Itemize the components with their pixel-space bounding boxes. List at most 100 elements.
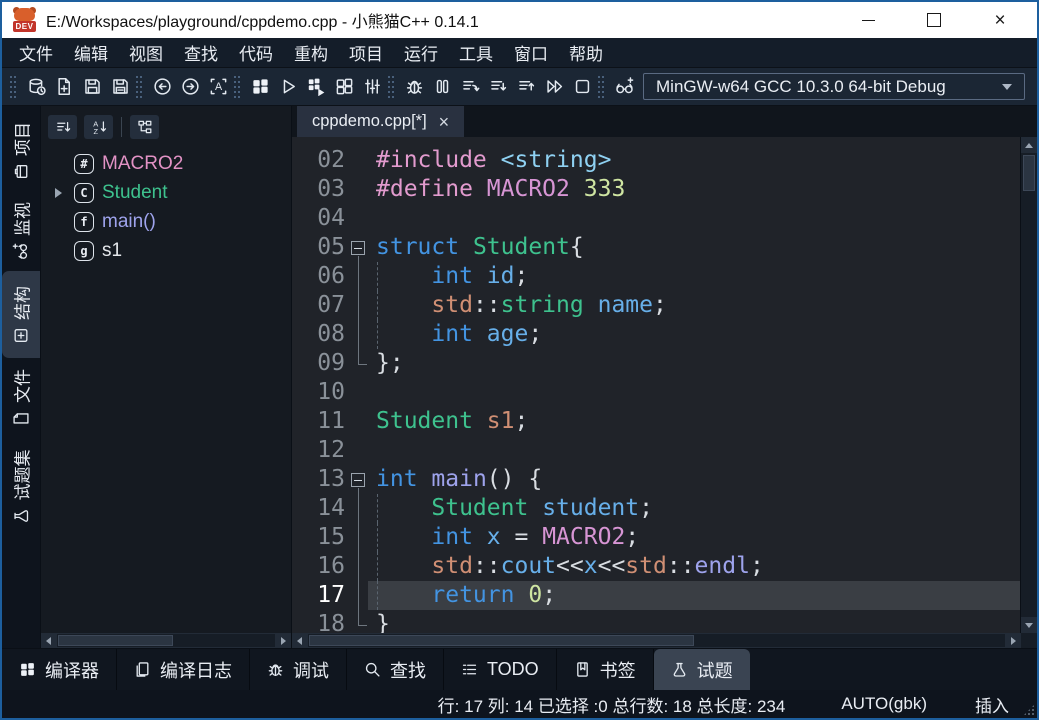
code-line-10[interactable]: 10 xyxy=(292,378,1020,407)
scroll-track[interactable] xyxy=(56,633,276,648)
scroll-right-button[interactable] xyxy=(276,633,291,648)
code-text[interactable]: int age; xyxy=(368,320,1020,349)
step-into-button[interactable] xyxy=(484,73,512,101)
menu-item-4[interactable]: 代码 xyxy=(230,38,282,67)
code-line-18[interactable]: 18} xyxy=(292,610,1020,633)
select-all-button[interactable]: A xyxy=(204,73,232,101)
code-text[interactable]: #define MACRO2 333 xyxy=(368,175,1020,204)
menu-item-6[interactable]: 项目 xyxy=(340,38,392,67)
debug-button[interactable] xyxy=(400,73,428,101)
code-text[interactable] xyxy=(368,204,1020,233)
save-all-button[interactable] xyxy=(106,73,134,101)
compiler-options-button[interactable] xyxy=(358,73,386,101)
scroll-down-button[interactable] xyxy=(1021,617,1037,633)
fold-collapse-icon[interactable] xyxy=(351,241,365,255)
toolbar-grip[interactable] xyxy=(598,76,605,98)
code-text[interactable]: std::string name; xyxy=(368,291,1020,320)
code-editor[interactable]: 02#include <string>03#define MACRO2 333 0… xyxy=(292,137,1020,633)
code-line-08[interactable]: 08 int age; xyxy=(292,320,1020,349)
scroll-thumb[interactable] xyxy=(1023,155,1035,191)
menu-item-8[interactable]: 工具 xyxy=(450,38,502,67)
step-over-button[interactable] xyxy=(456,73,484,101)
fold-collapse-icon[interactable] xyxy=(351,473,365,487)
bottom-tab-3[interactable]: 查找 xyxy=(347,649,444,690)
code-line-16[interactable]: 16 std::cout<<x<<std::endl; xyxy=(292,552,1020,581)
toolbar-grip[interactable] xyxy=(388,76,395,98)
scroll-thumb[interactable] xyxy=(58,635,173,646)
code-line-05[interactable]: 05struct Student{ xyxy=(292,233,1020,262)
expander-icon[interactable] xyxy=(51,188,66,198)
rebuild-button[interactable] xyxy=(330,73,358,101)
code-line-09[interactable]: 09}; xyxy=(292,349,1020,378)
menu-item-7[interactable]: 运行 xyxy=(395,38,447,67)
sort-alpha-button[interactable]: AZ xyxy=(84,115,113,139)
hierarchy-button[interactable] xyxy=(130,115,159,139)
code-text[interactable]: int id; xyxy=(368,262,1020,291)
menu-item-5[interactable]: 重构 xyxy=(285,38,337,67)
code-text[interactable]: Student student; xyxy=(368,494,1020,523)
tab-close-icon[interactable]: × xyxy=(439,113,450,131)
sidebar-tab-3[interactable]: 文件 xyxy=(2,358,40,438)
editor-tab[interactable]: cppdemo.cpp[*] × xyxy=(297,106,464,137)
stop-button[interactable] xyxy=(568,73,596,101)
sidebar-tab-4[interactable]: 试题集 xyxy=(2,438,40,535)
code-line-15[interactable]: 15 int x = MACRO2; xyxy=(292,523,1020,552)
compile-button[interactable] xyxy=(246,73,274,101)
interrupt-button[interactable] xyxy=(428,73,456,101)
code-text[interactable]: int main() { xyxy=(368,465,1020,494)
tree-item-main[interactable]: fmain() xyxy=(41,207,291,236)
tree-item-s1[interactable]: gs1 xyxy=(41,236,291,265)
tree-item-macro2[interactable]: #MACRO2 xyxy=(41,149,291,178)
resize-grip[interactable] xyxy=(1023,704,1035,716)
scroll-left-button[interactable] xyxy=(292,633,307,648)
new-file-button[interactable] xyxy=(50,73,78,101)
editor-hscrollbar[interactable] xyxy=(292,633,1037,648)
bottom-tab-2[interactable]: 调试 xyxy=(250,649,347,690)
code-text[interactable] xyxy=(368,436,1020,465)
toolbar-grip[interactable] xyxy=(10,76,17,98)
toolbar-grip[interactable] xyxy=(234,76,241,98)
code-line-17[interactable]: 17 return 0; xyxy=(292,581,1020,610)
code-text[interactable]: std::cout<<x<<std::endl; xyxy=(368,552,1020,581)
menu-item-10[interactable]: 帮助 xyxy=(560,38,612,67)
code-line-06[interactable]: 06 int id; xyxy=(292,262,1020,291)
code-text[interactable]: #include <string> xyxy=(368,146,1020,175)
editor-vscrollbar[interactable] xyxy=(1020,137,1037,633)
code-text[interactable]: struct Student{ xyxy=(368,233,1020,262)
bottom-tab-1[interactable]: 编译日志 xyxy=(117,649,250,690)
menu-item-3[interactable]: 查找 xyxy=(175,38,227,67)
sort-by-type-button[interactable] xyxy=(48,115,77,139)
sidebar-tab-1[interactable]: 监视 xyxy=(2,191,40,271)
code-text[interactable] xyxy=(368,378,1020,407)
add-watch-button[interactable] xyxy=(610,73,638,101)
code-line-07[interactable]: 07 std::string name; xyxy=(292,291,1020,320)
bottom-tab-6[interactable]: 试题 xyxy=(654,649,750,690)
step-out-button[interactable] xyxy=(512,73,540,101)
back-button[interactable] xyxy=(148,73,176,101)
code-line-02[interactable]: 02#include <string> xyxy=(292,146,1020,175)
sidebar-tab-0[interactable]: 项目 xyxy=(2,111,40,191)
open-button[interactable] xyxy=(22,73,50,101)
scroll-left-button[interactable] xyxy=(41,633,56,648)
scroll-right-button[interactable] xyxy=(1006,633,1021,648)
code-line-03[interactable]: 03#define MACRO2 333 xyxy=(292,175,1020,204)
code-text[interactable]: Student s1; xyxy=(368,407,1020,436)
toolbar-grip[interactable] xyxy=(136,76,143,98)
code-line-14[interactable]: 14 Student student; xyxy=(292,494,1020,523)
menu-item-1[interactable]: 编辑 xyxy=(65,38,117,67)
code-line-11[interactable]: 11Student s1; xyxy=(292,407,1020,436)
compile-run-button[interactable] xyxy=(302,73,330,101)
tree-item-student[interactable]: CStudent xyxy=(41,178,291,207)
bottom-tab-0[interactable]: 编译器 xyxy=(2,649,117,690)
menu-item-2[interactable]: 视图 xyxy=(120,38,172,67)
code-line-13[interactable]: 13int main() { xyxy=(292,465,1020,494)
run-button[interactable] xyxy=(274,73,302,101)
maximize-button[interactable] xyxy=(921,9,947,31)
run-to-cursor-button[interactable] xyxy=(540,73,568,101)
close-button[interactable]: × xyxy=(987,9,1013,31)
save-button[interactable] xyxy=(78,73,106,101)
bottom-tab-5[interactable]: 书签 xyxy=(557,649,654,690)
code-text[interactable]: int x = MACRO2; xyxy=(368,523,1020,552)
code-text[interactable]: } xyxy=(368,610,1020,633)
menu-item-9[interactable]: 窗口 xyxy=(505,38,557,67)
